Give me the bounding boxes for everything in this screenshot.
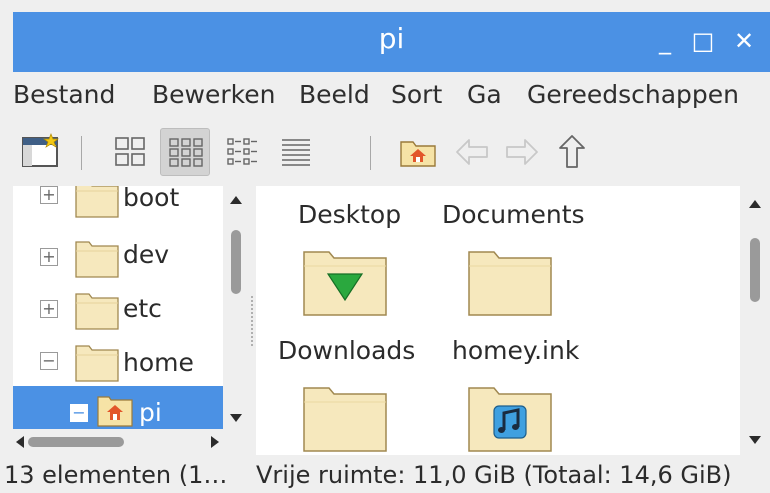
up-arrow-icon	[559, 135, 585, 168]
files-scrollbar-graphic[interactable]	[740, 186, 770, 455]
documents-folder-icon[interactable]	[468, 246, 552, 316]
tree-item-label: etc	[123, 294, 162, 323]
file-label-documents[interactable]: Documents	[442, 200, 585, 229]
toolbar-separator	[81, 136, 82, 170]
tree-item-dev[interactable]: + dev	[13, 228, 223, 286]
icon-view-icon	[115, 137, 145, 166]
toolbar	[13, 120, 770, 186]
menu-bewerken[interactable]: Bewerken	[152, 80, 275, 109]
downloads-folder-icon[interactable]	[303, 246, 387, 316]
home-button[interactable]	[393, 128, 443, 176]
tree-horizontal-scrollbar[interactable]	[13, 429, 249, 455]
toolbar-separator	[370, 136, 371, 170]
tree-item-label: dev	[123, 240, 170, 269]
new-window-icon	[22, 133, 60, 167]
menu-gereedschappen[interactable]: Gereedschappen	[527, 80, 739, 109]
file-label-homey[interactable]: homey.ink	[452, 336, 579, 365]
menu-ga[interactable]: Ga	[467, 80, 502, 109]
folder-icon	[75, 293, 119, 330]
menu-bar: Bestand Bewerken Beeld Sort Ga Gereedsch…	[13, 72, 770, 120]
expand-icon[interactable]: +	[40, 300, 58, 318]
thumbnail-view-icon	[169, 138, 203, 167]
splitter-grip	[251, 296, 255, 346]
new-window-button[interactable]	[16, 128, 66, 176]
status-bar: 13 elementen (1… Vrije ruimte: 11,0 GiB …	[0, 455, 770, 493]
menu-beeld[interactable]: Beeld	[299, 80, 370, 109]
icon-view-button[interactable]	[105, 128, 155, 176]
pane-splitter[interactable]	[249, 186, 256, 455]
compact-view-icon	[227, 138, 257, 165]
file-icon-view[interactable]: Desktop Documents Downloads homey.ink	[256, 186, 740, 455]
tree-hscrollbar-graphic[interactable]	[13, 429, 249, 455]
list-view-button[interactable]	[271, 128, 321, 176]
minimize-button[interactable]: _	[650, 24, 680, 58]
back-arrow-icon	[456, 139, 488, 165]
title-bar[interactable]: pi _ □ ✕	[13, 12, 770, 72]
files-vertical-scrollbar[interactable]	[740, 186, 770, 455]
file-label-desktop[interactable]: Desktop	[298, 200, 401, 229]
tree-item-pi[interactable]: − pi	[13, 386, 223, 429]
folder-icon[interactable]	[303, 382, 387, 452]
status-item-count: 13 elementen (1…	[4, 461, 228, 489]
file-label-downloads[interactable]: Downloads	[278, 336, 415, 365]
forward-arrow-icon	[506, 139, 538, 165]
back-button[interactable]	[447, 128, 497, 176]
folder-icon	[75, 186, 119, 218]
status-free-space: Vrije ruimte: 11,0 GiB (Totaal: 14,6 GiB…	[256, 461, 732, 489]
tree-item-label: pi	[139, 398, 162, 427]
menu-sort[interactable]: Sort	[391, 80, 442, 109]
folder-icon	[75, 345, 119, 382]
tree-scrollbar-graphic[interactable]	[223, 186, 249, 429]
maximize-button[interactable]: □	[688, 24, 718, 58]
tree-item-etc[interactable]: + etc	[13, 280, 223, 338]
thumbnail-view-button[interactable]	[160, 128, 210, 176]
compact-view-button[interactable]	[217, 128, 267, 176]
tree-item-home[interactable]: − home	[13, 334, 223, 392]
tree-item-boot[interactable]: + boot	[13, 186, 223, 230]
file-manager-window: pi _ □ ✕ Bestand Bewerken Beeld Sort Ga …	[0, 0, 770, 493]
expand-icon[interactable]: +	[40, 248, 58, 266]
collapse-icon[interactable]: −	[40, 352, 58, 370]
close-button[interactable]: ✕	[729, 24, 759, 58]
forward-button[interactable]	[497, 128, 547, 176]
tree-item-label: home	[123, 348, 194, 377]
up-button[interactable]	[547, 128, 597, 176]
list-view-icon	[282, 139, 310, 166]
expand-icon[interactable]: +	[40, 186, 58, 204]
home-folder-icon	[97, 396, 133, 427]
folder-icon	[75, 241, 119, 278]
directory-tree[interactable]: + boot + dev + etc − home − pi	[13, 186, 223, 429]
home-icon	[400, 141, 436, 167]
tree-item-label: boot	[123, 186, 180, 212]
tree-vertical-scrollbar[interactable]	[223, 186, 249, 429]
music-folder-icon[interactable]	[468, 382, 552, 452]
menu-bestand[interactable]: Bestand	[13, 80, 115, 109]
collapse-icon[interactable]: −	[70, 404, 88, 422]
